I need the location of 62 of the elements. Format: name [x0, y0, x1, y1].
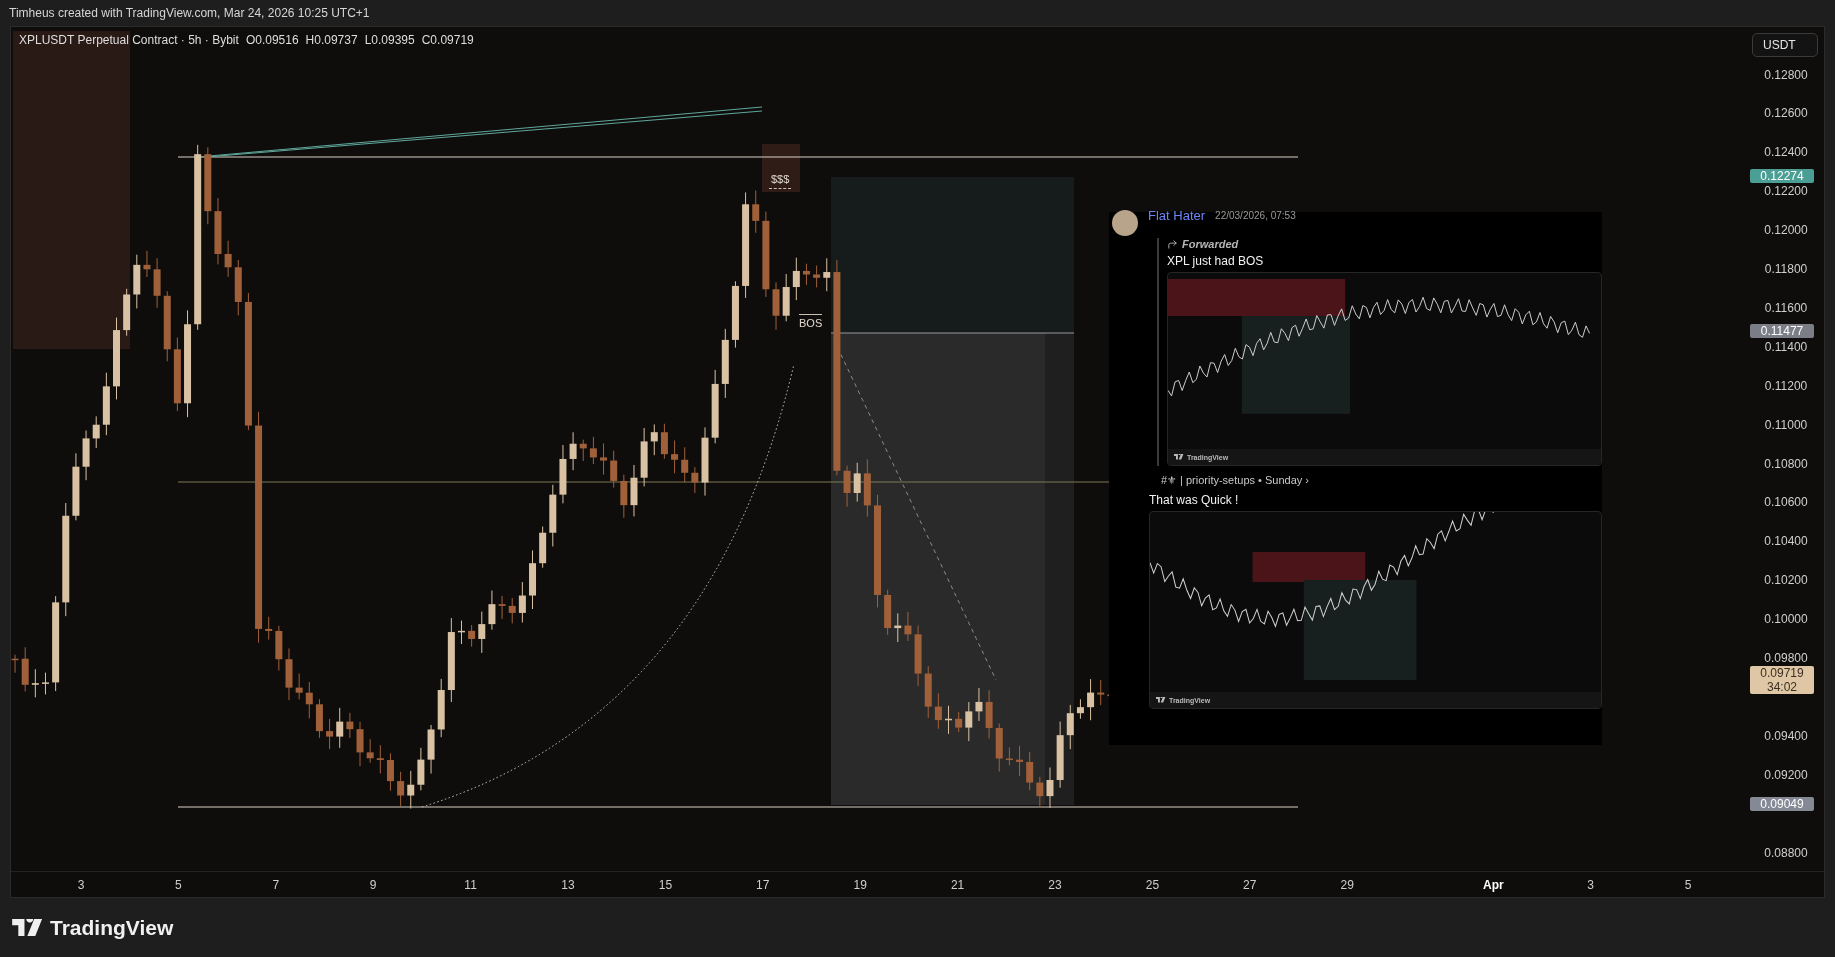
header-caption: Timheus created with TradingView.com, Mar 24, 2026 10:25 UTC+1: [9, 6, 370, 20]
price-label: 0.09200: [1763, 768, 1809, 782]
ohlc-value: H0.09737: [305, 33, 358, 47]
forwarded-label: Forwarded: [1182, 238, 1239, 250]
last-price-badge: 0.09719 34:02: [1750, 666, 1814, 694]
price-label: 0.12800: [1763, 68, 1809, 82]
date-label: 11: [464, 878, 477, 892]
logo-icon: [12, 918, 44, 937]
price-label: 0.08800: [1763, 846, 1809, 860]
date-label: 13: [561, 878, 575, 892]
logo-icon: [1174, 454, 1184, 460]
channel-link[interactable]: #⚜ | priority-setups • Sunday ›: [1161, 474, 1602, 487]
date-label: 7: [272, 878, 280, 892]
price-label: 0.11000: [1763, 418, 1809, 432]
price-label: 0.11200: [1763, 379, 1809, 393]
bos-label: BOS: [799, 314, 823, 329]
date-label: 15: [658, 878, 673, 892]
date-label: 9: [369, 878, 377, 892]
date-label: 27: [1243, 878, 1257, 892]
avatar: [1112, 210, 1138, 236]
date-label: 29: [1340, 878, 1354, 892]
date-label: Apr: [1482, 878, 1504, 892]
price-label: 0.10000: [1763, 613, 1809, 627]
price-label: 0.09800: [1763, 652, 1809, 665]
price-label: 0.10200: [1763, 574, 1809, 588]
ohlc-value: C0.09719: [421, 33, 474, 47]
price-label: 0.12600: [1763, 107, 1809, 121]
author-name[interactable]: Flat Hater: [1148, 208, 1206, 223]
price-label: 0.11600: [1763, 301, 1809, 315]
liquidity-label: $$$: [769, 173, 792, 189]
currency-button[interactable]: USDT: [1752, 33, 1818, 57]
date-label: 5: [175, 878, 182, 892]
date-label: 5: [1684, 878, 1692, 892]
price-label: 0.09400: [1763, 729, 1809, 743]
price-marker: 0.11477: [1750, 324, 1814, 338]
date-label: 25: [1145, 878, 1160, 892]
ohlc-value: L0.09395: [364, 33, 415, 47]
symbol-title: XPLUSDT Perpetual Contract · 5h · Bybit: [19, 33, 239, 47]
date-label: 17: [756, 878, 770, 892]
price-marker: 0.09049: [1750, 797, 1814, 811]
date-label: 3: [77, 878, 85, 892]
price-label: 0.10600: [1763, 496, 1809, 510]
forward-arrow-icon: [1167, 238, 1178, 250]
price-label: 0.10800: [1763, 457, 1809, 471]
price-label: 0.10400: [1763, 535, 1809, 549]
message-time: 22/03/2026, 07:53: [1215, 210, 1296, 221]
liquidity-zone: [762, 144, 800, 192]
price-marker: 0.12274: [1750, 169, 1814, 183]
date-label: 23: [1048, 878, 1062, 892]
price-label: 0.11400: [1763, 340, 1809, 354]
date-label: 19: [853, 878, 867, 892]
price-label: 0.11800: [1763, 263, 1809, 276]
logo-icon: [1156, 697, 1166, 703]
price-label: 0.12000: [1763, 224, 1809, 238]
message-text: XPL just had BOS: [1167, 254, 1265, 268]
brand-name: TradingView: [50, 915, 174, 940]
date-label: 21: [950, 878, 965, 892]
ohlc-value: O0.09516: [245, 33, 299, 47]
message-text: That was Quick !: [1149, 493, 1240, 507]
date-label: 3: [1587, 878, 1595, 892]
price-label: 0.12200: [1763, 185, 1809, 199]
price-label: 0.12400: [1763, 146, 1809, 160]
